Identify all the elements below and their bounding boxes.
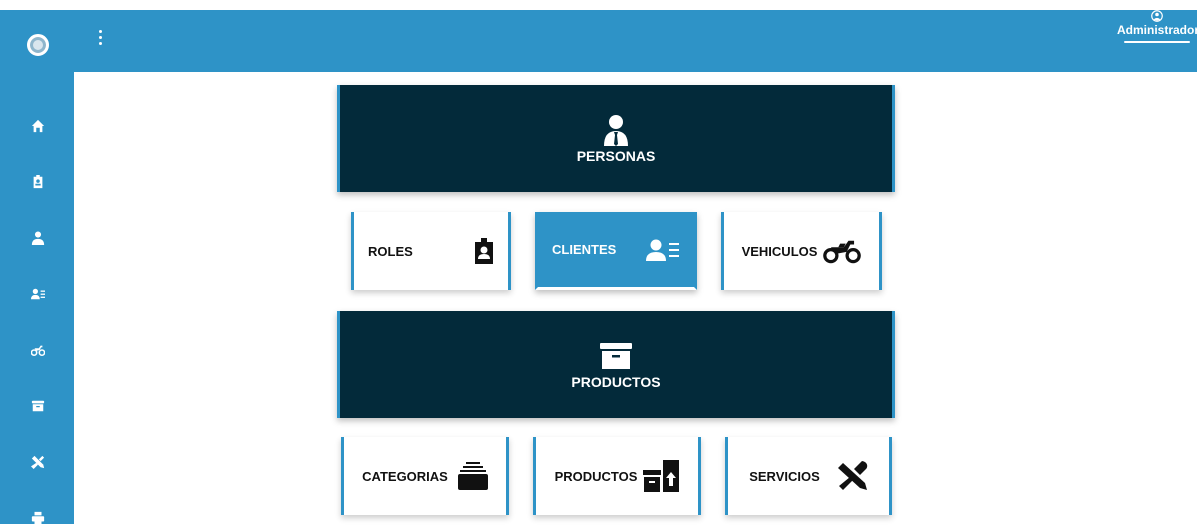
productos-banner[interactable]: PRODUCTOS (337, 311, 895, 418)
sidebar (0, 10, 74, 525)
archive-box-icon (31, 400, 45, 412)
box-upload-icon (643, 460, 680, 492)
sidebar-item-reportes[interactable] (28, 508, 48, 528)
id-badge-icon (33, 175, 43, 189)
motorcycle-icon (31, 345, 45, 357)
address-card-icon (31, 288, 45, 300)
roles-card[interactable]: ROLES (351, 212, 511, 290)
address-card-icon (646, 239, 679, 261)
personas-banner[interactable]: PERSONAS (337, 85, 895, 192)
layers-box-icon (457, 462, 488, 490)
menu-kebab-icon[interactable] (98, 30, 104, 48)
servicios-label: SERVICIOS (749, 468, 820, 484)
tools-icon (31, 455, 45, 469)
categorias-card[interactable]: CATEGORIAS (341, 437, 509, 515)
clientes-card[interactable]: CLIENTES (535, 212, 697, 290)
id-badge-icon (475, 238, 493, 264)
sidebar-item-personas[interactable] (28, 228, 48, 248)
sidebar-item-clientes[interactable] (28, 284, 48, 304)
sidebar-item-productos[interactable] (28, 396, 48, 416)
roles-label: ROLES (368, 243, 413, 259)
productos-card[interactable]: PRODUCTOS (533, 437, 701, 515)
motorcycle-icon (823, 240, 862, 264)
top-strip (0, 0, 1197, 10)
logo[interactable] (27, 34, 49, 56)
sidebar-item-home[interactable] (28, 116, 48, 136)
clientes-label: CLIENTES (552, 242, 617, 257)
vehiculos-label: VEHICULOS (741, 243, 818, 259)
top-bar (74, 10, 1197, 72)
user-menu[interactable]: Administrador (1117, 10, 1197, 43)
personas-label: PERSONAS (576, 147, 656, 164)
tools-icon (837, 461, 867, 490)
sidebar-item-roles[interactable] (28, 172, 48, 192)
archive-box-icon (600, 342, 632, 369)
sidebar-item-vehiculos[interactable] (28, 340, 48, 360)
user-tie-icon (31, 231, 45, 245)
user-tie-icon (604, 114, 628, 146)
home-icon (31, 119, 45, 133)
sidebar-item-servicios[interactable] (28, 452, 48, 472)
productos-banner-label: PRODUCTOS (571, 373, 661, 390)
productos-card-label: PRODUCTOS (554, 468, 638, 484)
printer-icon (31, 511, 45, 525)
vehiculos-card[interactable]: VEHICULOS (721, 212, 882, 290)
servicios-card[interactable]: SERVICIOS (725, 437, 892, 515)
user-underline (1124, 41, 1190, 43)
user-circle-icon (1151, 10, 1163, 22)
user-name: Administrador (1117, 23, 1197, 37)
categorias-label: CATEGORIAS (362, 468, 448, 484)
